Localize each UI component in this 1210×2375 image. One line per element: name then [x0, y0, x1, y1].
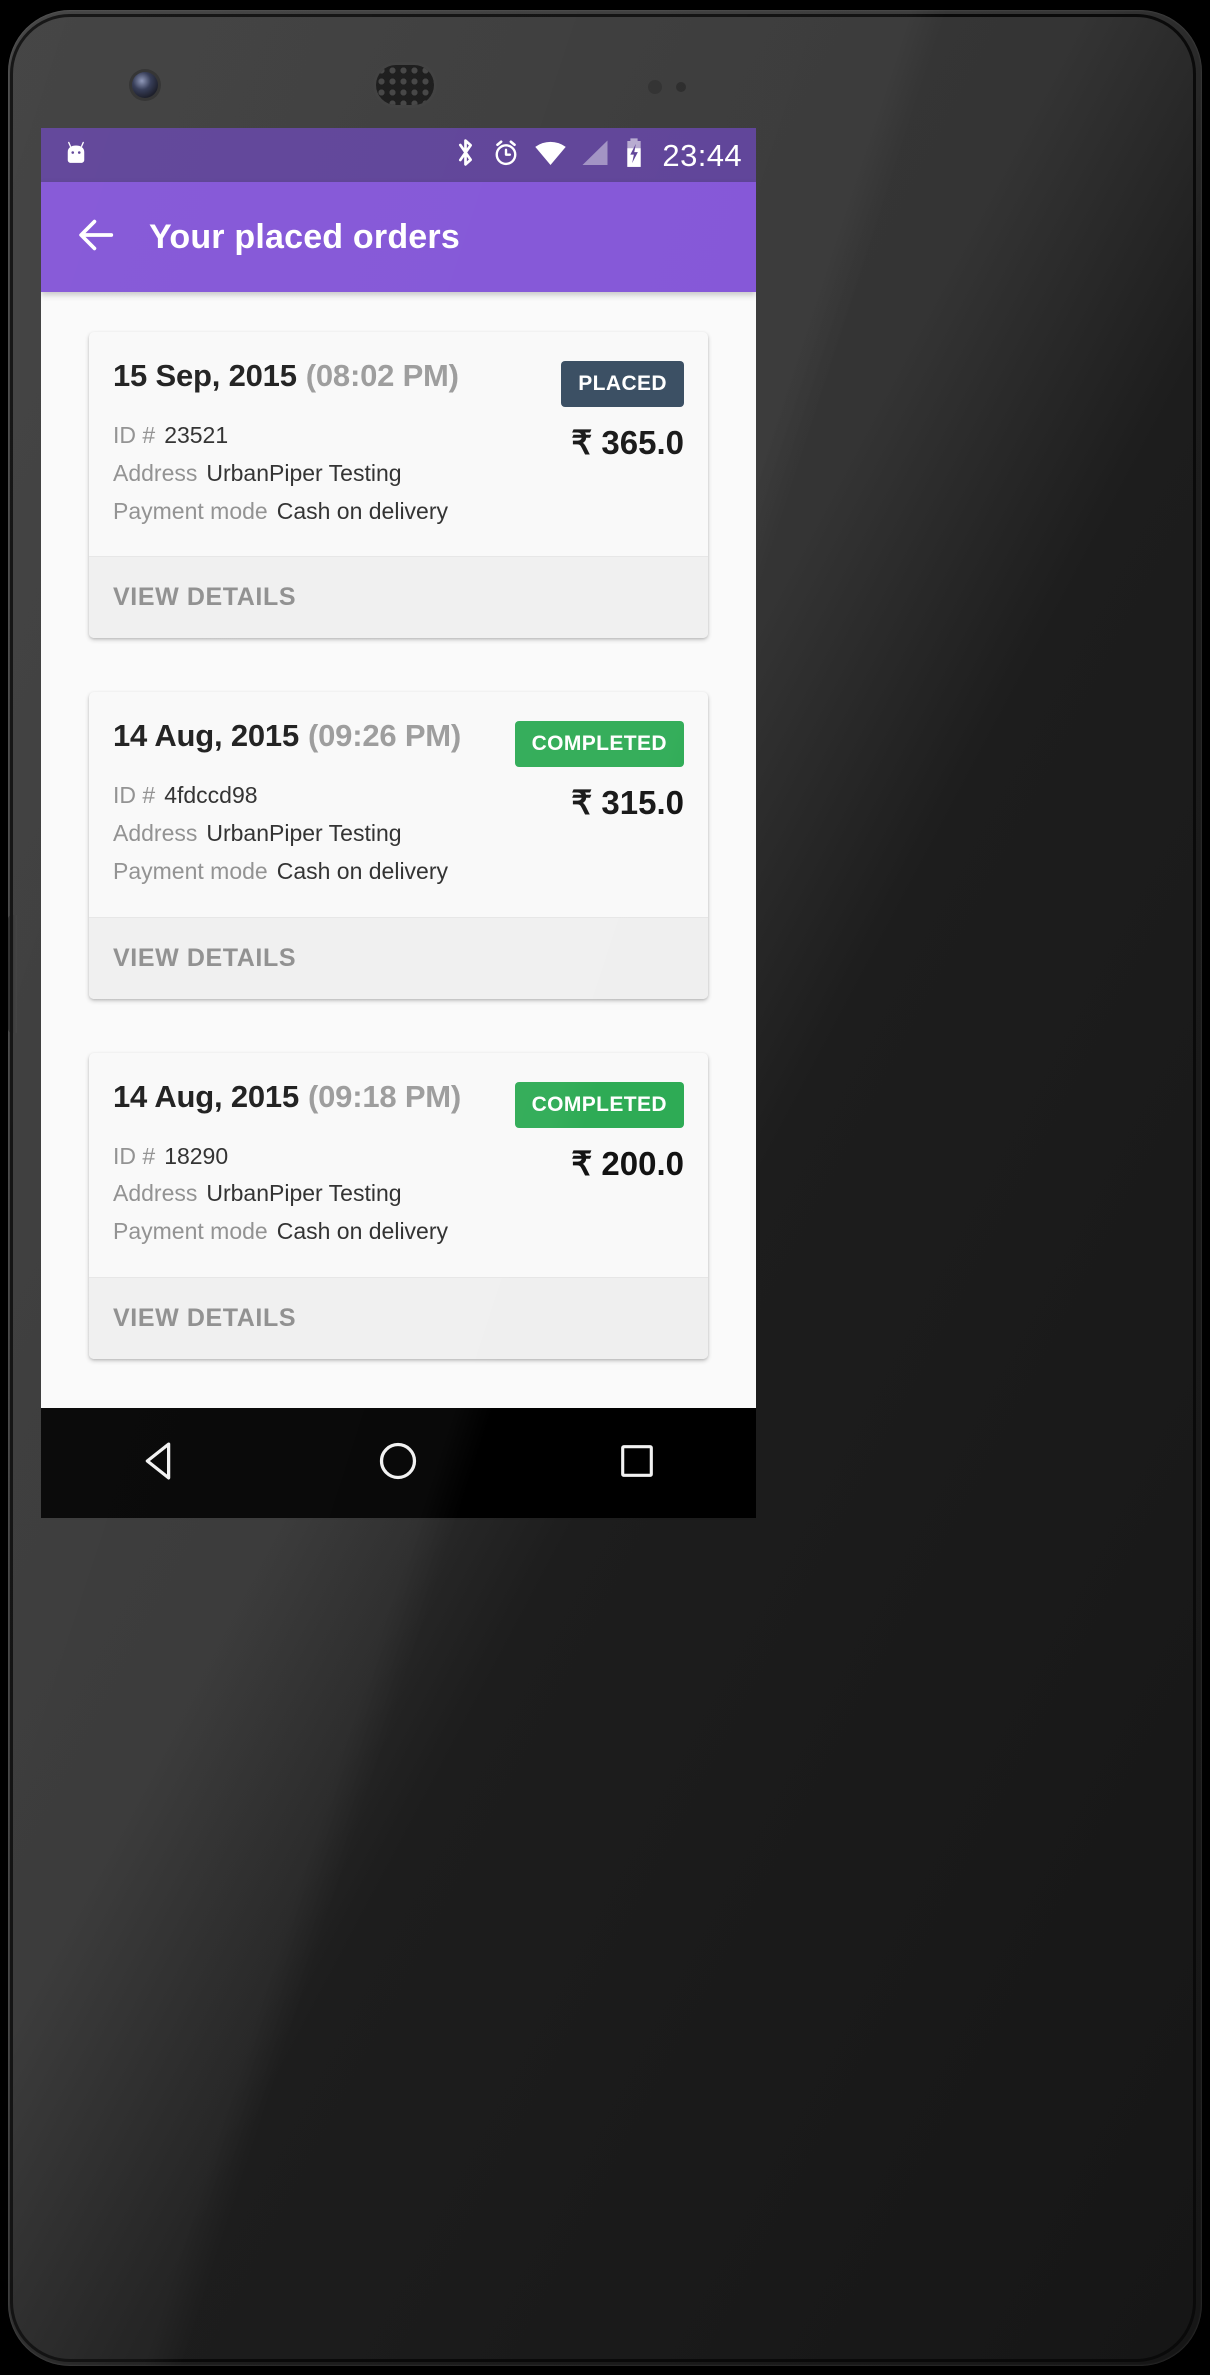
order-address-label: Address: [113, 459, 198, 486]
order-address-row: Address UrbanPiper Testing: [113, 459, 557, 488]
phone-screen: 23:44 Your placed orders 15 Sep, 2015 (0…: [41, 128, 756, 1408]
order-id-value: 18290: [164, 1142, 229, 1169]
order-date: 14 Aug, 2015: [113, 1078, 299, 1114]
order-datetime: 14 Aug, 2015 (09:26 PM): [113, 718, 461, 754]
order-address-row: Address UrbanPiper Testing: [113, 1179, 557, 1208]
status-badge: COMPLETED: [514, 1081, 684, 1128]
battery-charging-icon: [623, 137, 645, 174]
bluetooth-icon: [453, 137, 478, 173]
order-time: (09:18 PM): [308, 1078, 462, 1114]
android-head-icon: [61, 138, 91, 173]
status-bar: 23:44: [41, 128, 756, 182]
cellular-signal-icon: [580, 139, 610, 172]
volume-button[interactable]: [8, 915, 17, 1033]
order-address-row: Address UrbanPiper Testing: [113, 819, 557, 848]
order-card[interactable]: 15 Sep, 2015 (08:02 PM) PLACED ID # 23521 …: [89, 332, 708, 639]
front-camera: [132, 72, 158, 98]
order-card-body: 15 Sep, 2015 (08:02 PM) PLACED ID # 23521 …: [89, 332, 708, 556]
order-details: ID # 23521 Address UrbanPiper Testing Paym…: [113, 421, 557, 534]
order-id-label: ID #: [113, 782, 156, 809]
status-bar-system-icons: 23:44: [453, 137, 742, 174]
order-card-footer[interactable]: VIEW DETAILS: [89, 916, 708, 999]
order-payment-value: Cash on delivery: [276, 857, 449, 884]
order-payment-value: Cash on delivery: [276, 1218, 449, 1244]
order-payment-row: Payment mode Cash on delivery: [113, 857, 557, 886]
order-address-value: UrbanPiper Testing: [206, 820, 402, 846]
order-datetime: 15 Sep, 2015 (08:02 PM): [113, 358, 459, 394]
order-address-value: UrbanPiper Testing: [206, 1180, 402, 1207]
order-datetime: 14 Aug, 2015 (09:18 PM): [113, 1079, 461, 1115]
order-total: ₹ 200.0: [571, 1144, 684, 1182]
wifi-icon: [534, 139, 567, 172]
order-id-row: ID # 23521: [113, 421, 557, 450]
back-arrow-icon: [73, 212, 119, 263]
order-address-label: Address: [113, 820, 198, 846]
order-id-row: ID # 18290: [113, 1142, 557, 1171]
order-address-value: UrbanPiper Testing: [206, 459, 402, 486]
order-id-value: 23521: [164, 422, 229, 448]
order-card-footer[interactable]: VIEW DETAILS: [89, 556, 708, 639]
nav-back-button[interactable]: [117, 1420, 203, 1506]
navigation-bar: [41, 1408, 756, 1518]
nav-back-triangle-icon: [137, 1438, 183, 1489]
order-date: 15 Sep, 2015: [113, 358, 297, 393]
view-details-button[interactable]: VIEW DETAILS: [113, 583, 296, 611]
status-bar-notifications: [61, 138, 453, 173]
order-payment-label: Payment mode: [113, 857, 268, 884]
order-id-label: ID #: [113, 422, 156, 448]
back-button[interactable]: [65, 206, 127, 268]
order-card-footer[interactable]: VIEW DETAILS: [89, 1276, 708, 1359]
order-id-label: ID #: [113, 1142, 156, 1169]
order-payment-row: Payment mode Cash on delivery: [113, 497, 557, 526]
order-card-body: 14 Aug, 2015 (09:18 PM) COMPLETED ID # 182…: [89, 1053, 708, 1277]
order-details: ID # 18290 Address UrbanPiper Testing Paym…: [113, 1142, 557, 1255]
order-id-value: 4fdccd98: [164, 782, 258, 809]
order-time: (09:26 PM): [308, 718, 462, 754]
app-bar: Your placed orders: [41, 182, 756, 292]
status-bar-clock: 23:44: [662, 137, 742, 173]
order-id-row: ID # 4fdccd98: [113, 781, 557, 810]
page-title: Your placed orders: [149, 217, 460, 256]
order-payment-label: Payment mode: [113, 1218, 268, 1244]
view-details-button[interactable]: VIEW DETAILS: [113, 944, 296, 972]
order-date: 14 Aug, 2015: [113, 718, 299, 754]
order-card[interactable]: 14 Aug, 2015 (09:26 PM) COMPLETED ID # 4fd…: [89, 692, 708, 999]
nav-recents-button[interactable]: [594, 1420, 680, 1506]
order-card-body: 14 Aug, 2015 (09:26 PM) COMPLETED ID # 4fd…: [89, 692, 708, 916]
order-address-label: Address: [113, 1180, 198, 1207]
earpiece-speaker: [376, 65, 434, 105]
status-badge: COMPLETED: [514, 721, 684, 768]
alarm-clock-icon: [491, 138, 521, 173]
order-total: ₹ 315.0: [571, 784, 684, 822]
order-payment-value: Cash on delivery: [276, 497, 449, 524]
ambient-light-sensor: [676, 82, 686, 92]
order-payment-row: Payment mode Cash on delivery: [113, 1217, 557, 1246]
nav-recents-square-icon: [615, 1439, 659, 1488]
order-payment-label: Payment mode: [113, 497, 268, 524]
status-badge: PLACED: [561, 361, 684, 407]
nav-home-button[interactable]: [355, 1420, 441, 1506]
nav-home-circle-icon: [375, 1438, 421, 1489]
order-card[interactable]: 14 Aug, 2015 (09:18 PM) COMPLETED ID # 182…: [89, 1052, 708, 1359]
order-time: (08:02 PM): [305, 358, 459, 393]
order-total: ₹ 365.0: [571, 424, 684, 461]
phone-device-frame: 23:44 Your placed orders 15 Sep, 2015 (0…: [8, 10, 1202, 2366]
orders-list[interactable]: 15 Sep, 2015 (08:02 PM) PLACED ID # 23521 …: [41, 292, 756, 1408]
proximity-sensor: [648, 80, 662, 94]
view-details-button[interactable]: VIEW DETAILS: [113, 1304, 296, 1332]
order-details: ID # 4fdccd98 Address UrbanPiper Testing P…: [113, 781, 557, 894]
